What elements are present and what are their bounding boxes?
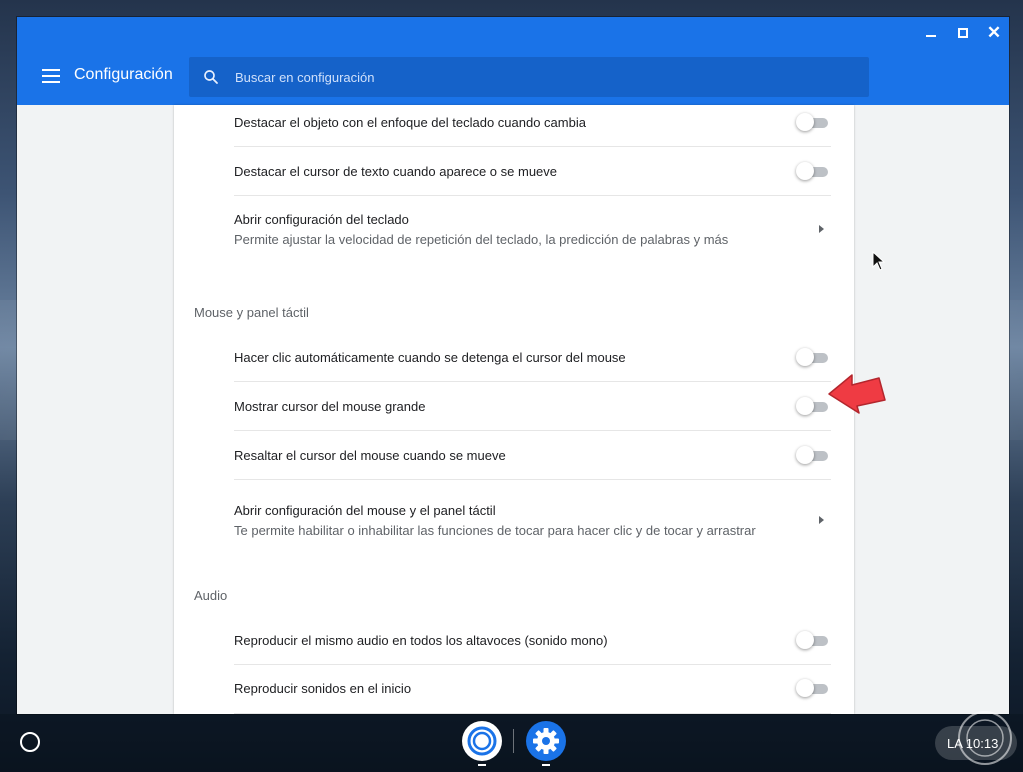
setting-label: Destacar el cursor de texto cuando apare… xyxy=(234,164,558,179)
annotation-arrow-icon xyxy=(828,374,886,414)
setting-label: Resaltar el cursor del mouse cuando se m… xyxy=(234,448,506,463)
autoclick-toggle[interactable] xyxy=(796,348,830,368)
search-input[interactable] xyxy=(235,57,835,97)
app-bar: Configuración xyxy=(17,48,1009,105)
settings-icon[interactable] xyxy=(526,721,566,761)
focus-highlight-toggle[interactable] xyxy=(796,113,830,133)
title-bar: ✕ xyxy=(17,17,1009,48)
caret-highlight-toggle[interactable] xyxy=(796,162,830,182)
chevron-right-icon xyxy=(819,516,824,524)
close-icon: ✕ xyxy=(986,22,1002,42)
chevron-right-icon xyxy=(819,225,824,233)
maximize-icon xyxy=(958,27,968,38)
setting-row-focus-highlight[interactable]: Destacar el objeto con el enfoque del te… xyxy=(234,105,831,147)
setting-row-autoclick[interactable]: Hacer clic automáticamente cuando se det… xyxy=(234,333,831,382)
setting-row-startup-sound[interactable]: Reproducir sonidos en el inicio xyxy=(234,665,831,714)
chrome-icon[interactable] xyxy=(462,721,502,761)
watermark-logo xyxy=(958,711,1012,765)
hamburger-menu-icon[interactable] xyxy=(42,69,60,83)
mouse-pointer-icon xyxy=(872,251,886,271)
setting-label: Mostrar cursor del mouse grande xyxy=(234,399,426,414)
setting-label: Reproducir sonidos en el inicio xyxy=(234,681,412,696)
large-cursor-toggle[interactable] xyxy=(796,397,830,417)
shelf-divider xyxy=(513,729,514,753)
setting-row-caret-highlight[interactable]: Destacar el cursor de texto cuando apare… xyxy=(234,147,831,196)
setting-row-cursor-highlight[interactable]: Resaltar el cursor del mouse cuando se m… xyxy=(234,431,831,480)
cursor-highlight-toggle[interactable] xyxy=(796,446,830,466)
setting-label: Abrir configuración del mouse y el panel… xyxy=(234,503,496,518)
setting-row-mono-audio[interactable]: Reproducir el mismo audio en todos los a… xyxy=(234,616,831,665)
system-shelf: LA 10:13 xyxy=(0,714,1023,772)
setting-label: Reproducir el mismo audio en todos los a… xyxy=(234,633,608,648)
setting-row-large-cursor[interactable]: Mostrar cursor del mouse grande xyxy=(234,382,831,431)
settings-window: ✕ Configuración Destacar el objeto con e… xyxy=(17,17,1009,714)
section-title-audio: Audio xyxy=(194,588,228,603)
mouse-settings-link[interactable]: Abrir configuración del mouse y el panel… xyxy=(234,480,831,546)
gear-icon xyxy=(533,728,559,754)
startup-sound-toggle[interactable] xyxy=(796,679,830,699)
page-title: Configuración xyxy=(74,66,173,83)
minimize-button[interactable] xyxy=(915,17,947,48)
search-icon xyxy=(204,70,218,84)
setting-label: Abrir configuración del teclado xyxy=(234,212,409,227)
chrome-logo xyxy=(464,723,500,759)
running-indicator xyxy=(542,764,550,766)
setting-label: Hacer clic automáticamente cuando se det… xyxy=(234,350,626,365)
setting-sublabel: Te permite habilitar o inhabilitar las f… xyxy=(234,523,756,538)
mono-audio-toggle[interactable] xyxy=(796,631,830,651)
section-title-mouse: Mouse y panel táctil xyxy=(194,305,309,320)
running-indicator xyxy=(478,764,486,766)
settings-card: Destacar el objeto con el enfoque del te… xyxy=(174,105,854,714)
maximize-button[interactable] xyxy=(947,17,979,48)
keyboard-settings-link[interactable]: Abrir configuración del teclado Permite … xyxy=(234,196,831,262)
setting-sublabel: Permite ajustar la velocidad de repetici… xyxy=(234,232,729,247)
close-button[interactable]: ✕ xyxy=(978,17,1009,48)
launcher-icon[interactable] xyxy=(20,732,40,752)
setting-label: Destacar el objeto con el enfoque del te… xyxy=(234,115,586,130)
search-box[interactable] xyxy=(189,57,869,97)
minimize-icon xyxy=(926,34,936,37)
